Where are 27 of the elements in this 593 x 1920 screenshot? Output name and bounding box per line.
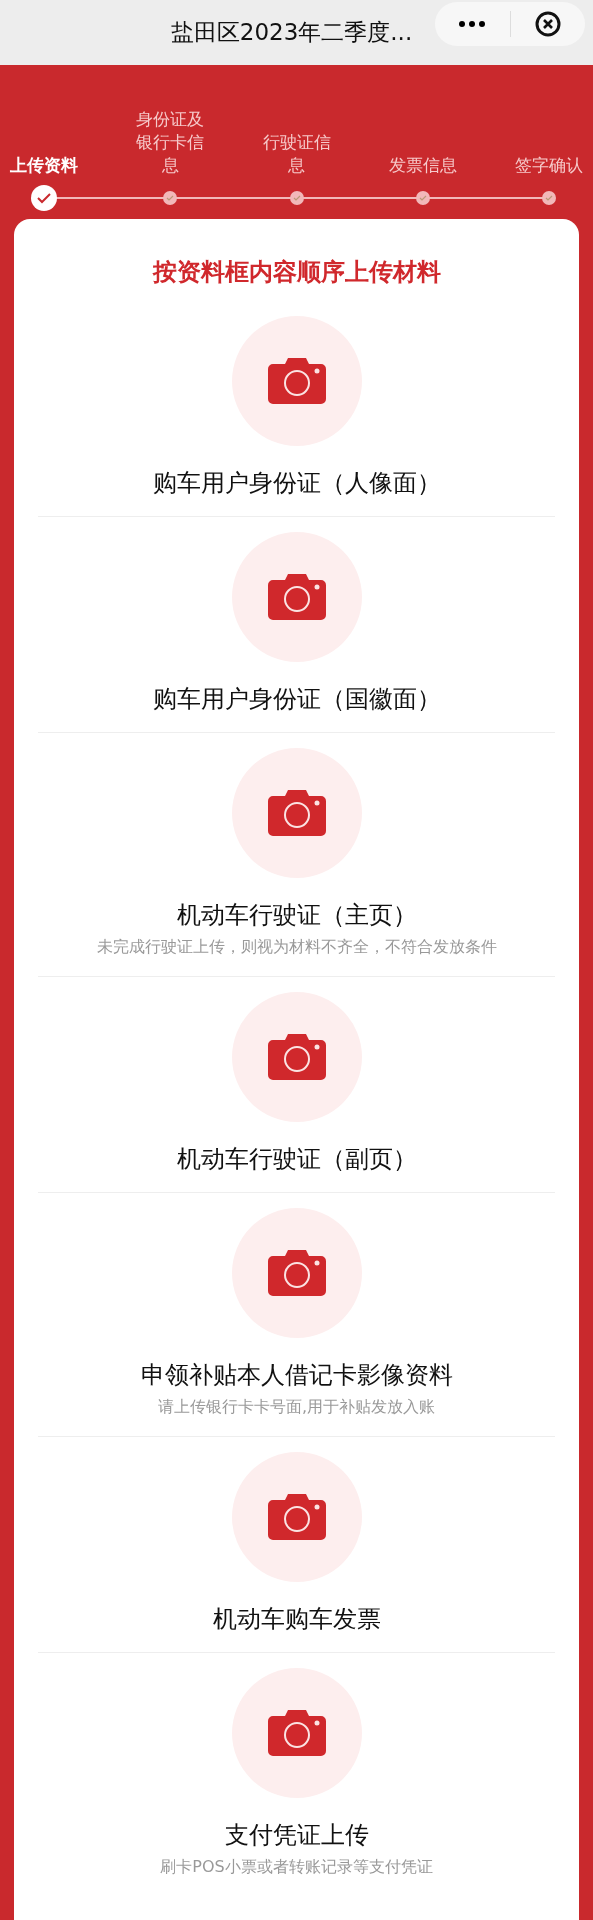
upload-title: 申领补贴本人借记卡影像资料 <box>140 1360 453 1390</box>
upload-title: 机动车购车发票 <box>212 1604 381 1634</box>
upload-note: 未完成行驶证上传，则视为材料不齐全，不符合发放条件 <box>96 936 497 958</box>
camera-icon <box>267 1494 326 1540</box>
upload-title: 购车用户身份证（国徽面） <box>152 684 441 714</box>
step-label: 上传资料 <box>9 154 79 177</box>
upload-title: 机动车行驶证（副页） <box>176 1144 417 1174</box>
more-icon[interactable] <box>459 21 486 27</box>
upload-title: 支付凭证上传 <box>224 1820 369 1850</box>
upload-title: 机动车行驶证（主页） <box>176 900 417 930</box>
step-check-icon <box>31 185 57 211</box>
camera-icon <box>267 1710 326 1756</box>
camera-icon <box>267 790 326 836</box>
camera-icon <box>267 1250 326 1296</box>
window-title: 盐田区2023年二季度... <box>170 18 413 47</box>
close-icon[interactable] <box>534 11 561 37</box>
section-heading: 按资料框内容顺序上传材料 <box>151 257 442 288</box>
camera-icon <box>267 358 326 404</box>
camera-icon <box>267 574 326 620</box>
step-label: 签字确认 <box>514 154 584 177</box>
camera-icon <box>267 1034 326 1080</box>
upload-title: 购车用户身份证（人像面） <box>152 468 441 498</box>
step-label: 身份证及银行卡信息 <box>135 108 206 177</box>
step-label: 发票信息 <box>387 154 458 177</box>
step-label: 行驶证信息 <box>261 131 332 177</box>
upload-note: 刷卡POS小票或者转账记录等支付凭证 <box>160 1856 433 1878</box>
upload-note: 请上传银行卡卡号面,用于补贴发放入账 <box>157 1396 436 1418</box>
